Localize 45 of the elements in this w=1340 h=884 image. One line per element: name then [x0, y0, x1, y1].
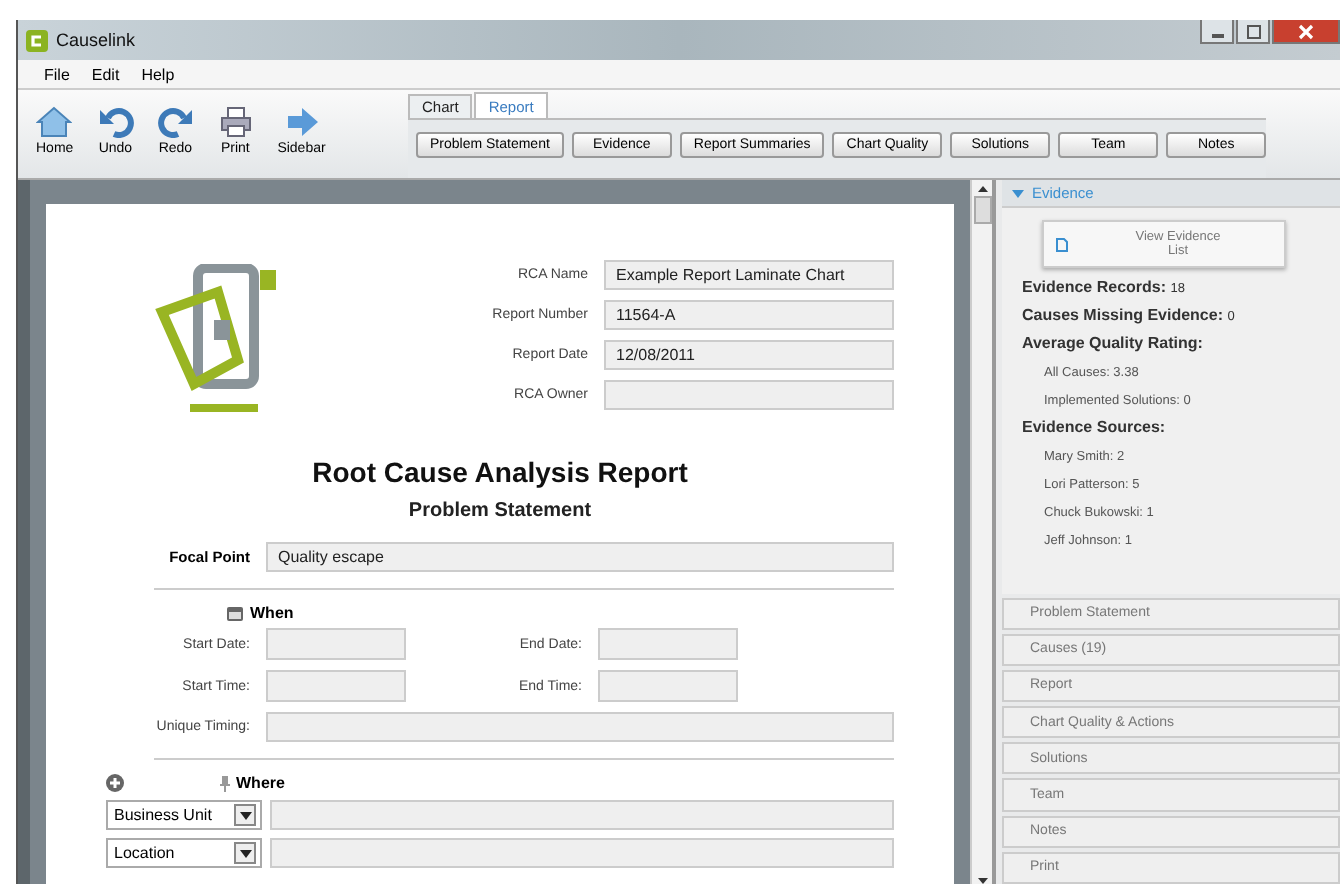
- house-icon: [36, 106, 73, 138]
- report-title: Root Cause Analysis Report: [310, 456, 690, 488]
- input-field[interactable]: [266, 712, 894, 742]
- minimize-button[interactable]: [1200, 20, 1234, 44]
- input-field[interactable]: [270, 838, 894, 868]
- input-field[interactable]: Quality escape: [266, 542, 894, 572]
- input-field[interactable]: [266, 670, 406, 702]
- input-field[interactable]: [270, 800, 894, 830]
- expand-icon: [1012, 189, 1024, 198]
- menu-item[interactable]: File: [44, 65, 70, 83]
- input-field[interactable]: 11564-A: [604, 300, 894, 330]
- document-icon: [1056, 237, 1068, 252]
- redo-icon: [157, 106, 194, 138]
- printer-icon: [217, 106, 254, 138]
- maximize-icon: [1245, 23, 1261, 39]
- menu-item[interactable]: Help: [141, 65, 175, 83]
- dropdown[interactable]: Location: [106, 838, 262, 868]
- input-field[interactable]: [598, 628, 738, 660]
- undo-icon: [97, 106, 134, 138]
- arrow-icon: [283, 106, 320, 138]
- input-field[interactable]: Example Report Laminate Chart: [604, 260, 894, 290]
- app-logo-icon: [26, 29, 48, 51]
- stat-heading: Evidence Sources:: [1022, 418, 1168, 437]
- input-field[interactable]: [598, 670, 738, 702]
- maximize-button[interactable]: [1236, 20, 1270, 44]
- pin-icon: [220, 775, 230, 791]
- scroll-down-icon[interactable]: [977, 878, 987, 884]
- close-icon: [1298, 23, 1314, 39]
- scroll-thumb[interactable]: [973, 196, 991, 224]
- caret-icon: [239, 811, 251, 819]
- section-heading: Where: [236, 774, 285, 792]
- close-button[interactable]: [1272, 20, 1340, 44]
- caret-icon: [239, 849, 251, 857]
- menu-item[interactable]: Edit: [91, 65, 120, 83]
- section-heading: When: [250, 604, 294, 622]
- input-field[interactable]: 12/08/2011: [604, 340, 894, 370]
- stat-heading: Average Quality Rating:: [1022, 334, 1205, 353]
- window-title: Causelink: [56, 30, 136, 50]
- input-field[interactable]: [604, 380, 894, 410]
- calendar-icon: [226, 605, 244, 621]
- scroll-up-icon[interactable]: [977, 186, 987, 192]
- report-subtitle: Problem Statement: [406, 500, 594, 522]
- dropdown[interactable]: Business Unit: [106, 800, 262, 830]
- add-icon[interactable]: [106, 774, 124, 792]
- input-field[interactable]: [266, 628, 406, 660]
